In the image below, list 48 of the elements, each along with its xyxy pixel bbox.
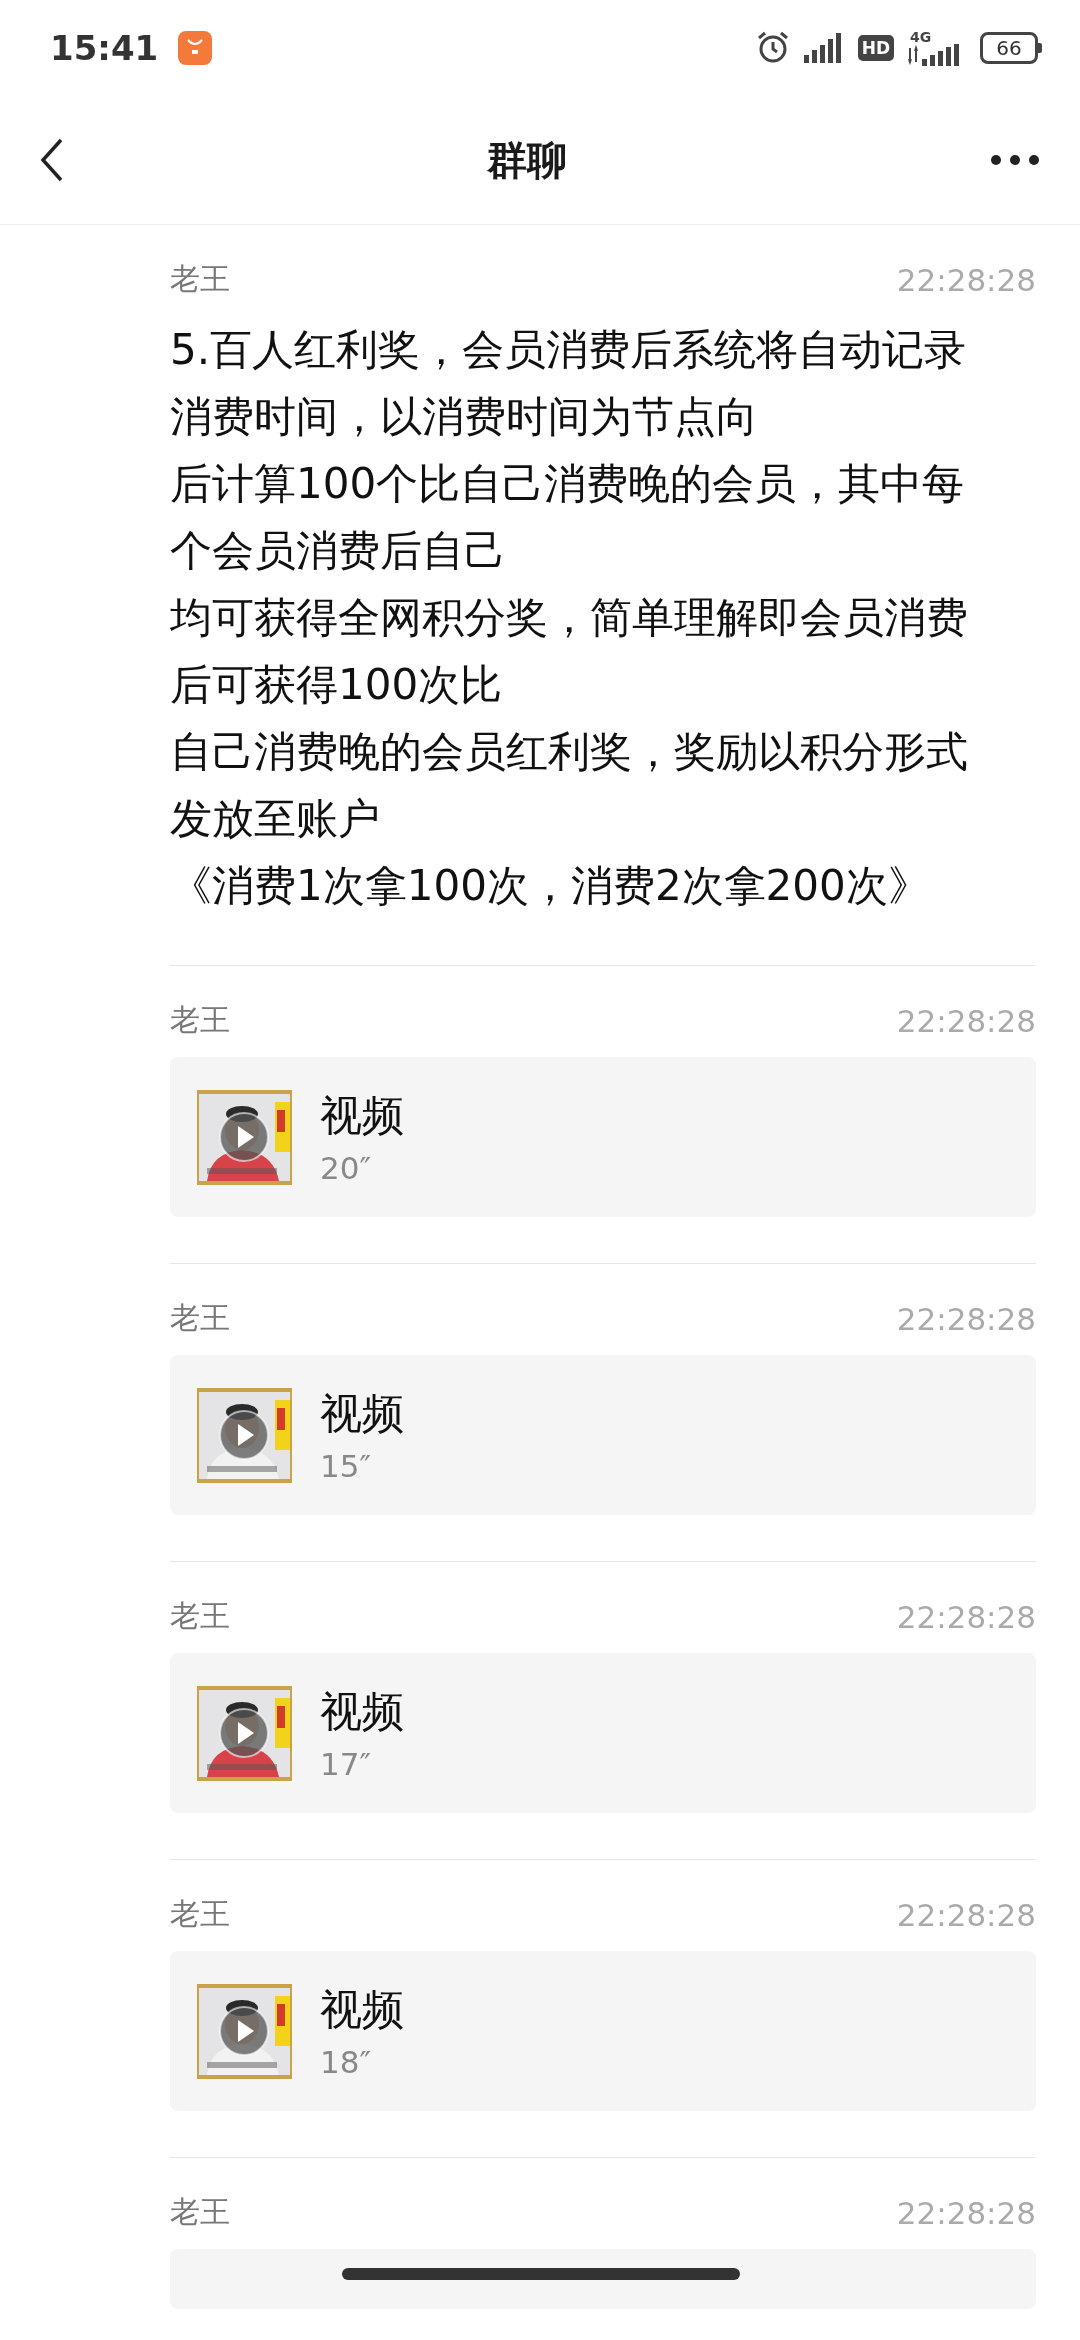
more-icon[interactable] [990,154,1040,166]
sender-name: 老王 [170,1895,230,1933]
sender-name: 老王 [170,1597,230,1635]
message-text-line: 发放至账户 [170,793,381,845]
hd-badge: HD [857,35,894,61]
message-text-line: 自己消费晚的会员红利奖，奖励以积分形式 [170,726,969,778]
message-text-line: 消费时间，以消费时间为节点向 [170,391,759,443]
message-time: 22:28:28 [896,1300,1036,1337]
video-duration: 15″ [320,1448,373,1484]
message-time: 22:28:28 [896,2194,1036,2231]
video-title: 视频 [320,1090,404,1142]
video-title: 视频 [320,1388,404,1440]
message-time: 22:28:28 [896,1896,1036,1933]
video-card[interactable] [170,2249,1036,2309]
sender-name: 老王 [170,2193,230,2231]
video-duration: 20″ [320,1150,373,1186]
status-time: 15:41 [50,28,159,68]
message-time: 22:28:28 [896,261,1036,298]
sender-name: 老王 [170,260,230,298]
video-title: 视频 [320,1686,404,1738]
video-duration: 18″ [320,2044,373,2080]
play-icon [219,1707,269,1758]
play-icon [219,1409,269,1460]
sender-name: 老王 [170,1299,230,1337]
signal-icon [803,33,844,63]
header-title: 群聊 [487,135,567,185]
signal-icon [908,44,960,66]
play-icon [219,1111,269,1162]
back-icon[interactable] [40,138,64,182]
alarm-icon [755,31,790,65]
message-time: 22:28:28 [896,1598,1036,1635]
video-card[interactable]: 视频 15″ [170,1355,1036,1515]
battery-indicator: 66 [980,32,1038,64]
video-duration: 17″ [320,1746,373,1782]
message-text-line: 5.百人红利奖，会员消费后系统将自动记录 [170,324,968,376]
message-text-line: 后计算100个比自己消费晚的会员，其中每 [170,458,966,510]
network-label: 4G [910,30,932,44]
sender-name: 老王 [170,1001,230,1039]
video-card[interactable]: 视频 20″ [170,1057,1036,1217]
message-text-line: 《消费1次拿100次，消费2次拿200次》 [170,860,931,912]
message-text-line: 后可获得100次比 [170,659,504,711]
message-text-line: 个会员消费后自己 [170,525,507,577]
play-icon [219,2005,269,2056]
video-title: 视频 [320,1984,404,2036]
video-card[interactable]: 视频 17″ [170,1653,1036,1813]
message-time: 22:28:28 [896,1002,1036,1039]
message-text-line: 均可获得全网积分奖，简单理解即会员消费 [170,592,969,644]
video-card[interactable]: 视频 18″ [170,1951,1036,2111]
